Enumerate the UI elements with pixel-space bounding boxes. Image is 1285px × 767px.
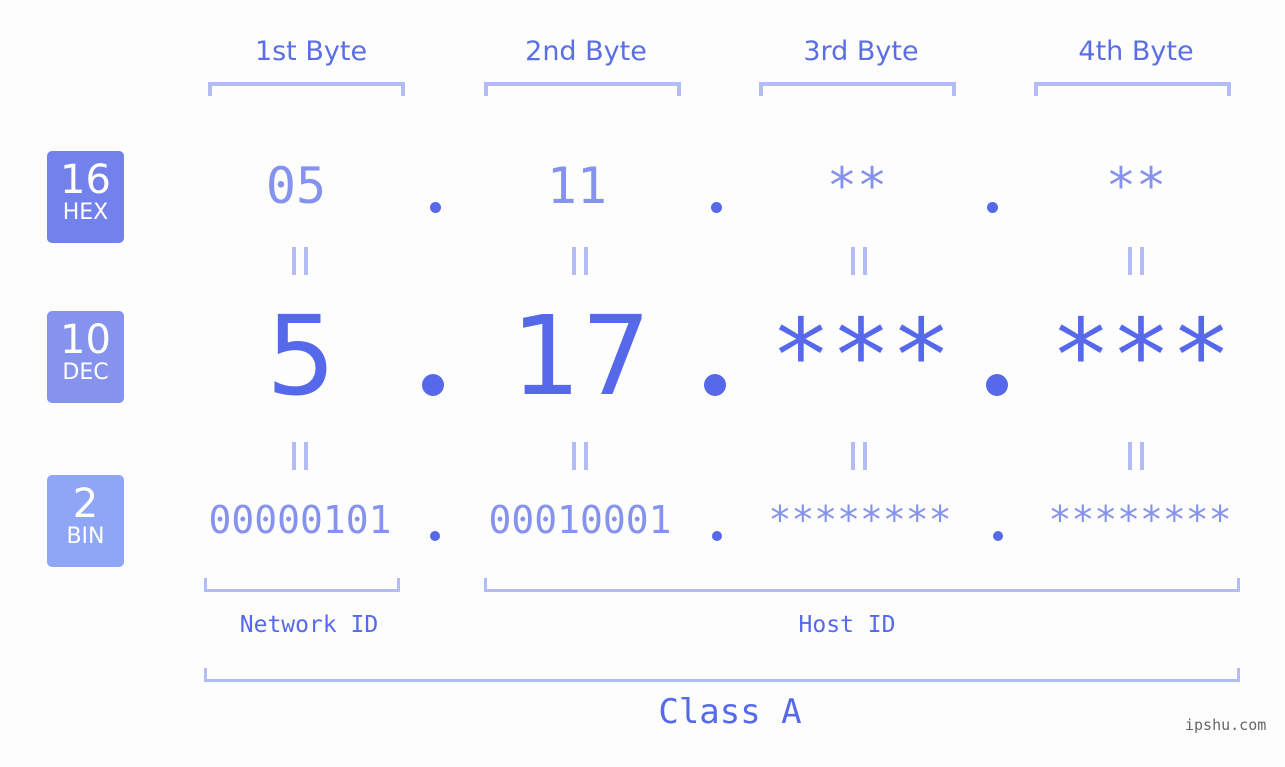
byte-bracket-4	[1034, 82, 1231, 96]
equals-bar	[292, 247, 296, 275]
equals-bar	[851, 247, 855, 275]
byte-bracket-1	[208, 82, 405, 96]
bin-value-3: ********	[768, 498, 952, 542]
hex-value-2: 11	[546, 157, 608, 215]
equals-bar	[851, 442, 855, 470]
dec-value-2: 17	[511, 292, 651, 420]
byte-label-3: 3rd Byte	[803, 36, 919, 67]
equals-bar	[572, 442, 576, 470]
bin-base-number: 2	[72, 481, 99, 527]
dec-base-name: DEC	[62, 360, 109, 385]
dec-base-number: 10	[60, 317, 111, 363]
equals-bar	[304, 247, 308, 275]
hex-base-badge: 16 HEX	[47, 151, 124, 243]
equals-bar	[863, 247, 867, 275]
bin-dot-2	[712, 531, 722, 541]
dec-dot-3	[986, 374, 1008, 396]
equals-bar	[1128, 247, 1132, 275]
equals-bar	[572, 247, 576, 275]
bin-base-name: BIN	[66, 524, 105, 549]
equals-bar	[584, 247, 588, 275]
hex-dot-2	[711, 202, 722, 213]
hex-dot-1	[430, 202, 441, 213]
byte-label-2: 2nd Byte	[525, 36, 647, 67]
dec-dot-2	[704, 374, 726, 396]
bin-value-2: 00010001	[488, 498, 672, 542]
byte-label-1: 1st Byte	[254, 36, 368, 67]
equals-bar	[1140, 442, 1144, 470]
dec-dot-1	[422, 374, 444, 396]
equals-bar	[292, 442, 296, 470]
host-id-bracket	[484, 578, 1240, 592]
hex-value-4: **	[1105, 157, 1167, 215]
class-bracket	[204, 668, 1240, 682]
dec-value-3: ***	[770, 297, 952, 414]
network-id-bracket	[204, 578, 400, 592]
byte-label-4: 4th Byte	[1078, 36, 1194, 67]
equals-bar	[863, 442, 867, 470]
equals-bar	[304, 442, 308, 470]
hex-base-number: 16	[60, 157, 111, 203]
dec-value-1: 5	[266, 292, 336, 420]
bin-dot-3	[993, 531, 1003, 541]
bin-base-badge: 2 BIN	[47, 475, 124, 567]
bin-value-4: ********	[1048, 498, 1232, 542]
dec-value-4: ***	[1050, 297, 1232, 414]
hex-value-3: **	[826, 157, 888, 215]
bin-dot-1	[430, 531, 440, 541]
network-id-label: Network ID	[239, 612, 379, 638]
host-id-label: Host ID	[798, 612, 896, 638]
equals-bar	[1128, 442, 1132, 470]
hex-dot-3	[987, 202, 998, 213]
byte-bracket-2	[484, 82, 681, 96]
equals-bar	[1140, 247, 1144, 275]
bin-value-1: 00000101	[208, 498, 392, 542]
byte-bracket-3	[759, 82, 956, 96]
hex-base-name: HEX	[62, 200, 109, 225]
equals-bar	[584, 442, 588, 470]
watermark: ipshu.com	[1185, 716, 1267, 734]
ip-class-label: Class A	[658, 692, 802, 732]
hex-value-1: 05	[265, 157, 327, 215]
dec-base-badge: 10 DEC	[47, 311, 124, 403]
